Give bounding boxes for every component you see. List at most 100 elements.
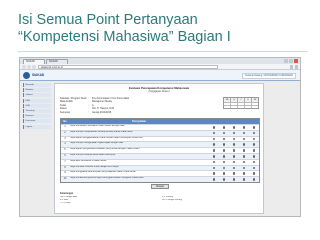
answer-radio[interactable] [222,172,226,176]
answer-radio[interactable] [212,131,216,135]
question-number: 3 [64,137,66,140]
question-number: 2 [64,131,66,134]
rating-scale-row [224,105,258,108]
answer-radio[interactable] [242,172,246,176]
answer-radio[interactable] [232,149,236,152]
browser-toolbar [289,65,298,69]
answer-radio[interactable] [252,178,256,181]
answer-radio[interactable] [222,166,226,170]
answer-radio[interactable] [252,160,256,164]
answer-radio[interactable] [242,166,246,170]
reload-icon[interactable] [32,65,36,69]
answer-radio[interactable] [232,143,236,147]
menu-item[interactable]: KRS [23,98,51,103]
course-info: Fakultas / Program Studi: Ilmu Komunikasi… [60,97,180,114]
answer-radio[interactable] [242,143,246,147]
university-logo-icon [23,72,30,79]
answer-radio[interactable] [222,137,226,141]
forward-icon[interactable] [27,65,31,69]
scale-label: K [245,98,252,102]
slide-title: Isi Semua Point Pertanyaan “Kompetensi M… [18,12,308,46]
answer-radio[interactable] [252,131,256,135]
star-icon[interactable] [289,65,293,69]
header-no: No [63,120,67,123]
answer-radio[interactable] [242,137,246,141]
answer-radio[interactable] [252,126,256,129]
answer-radio[interactable] [252,143,256,147]
answer-radio[interactable] [252,155,256,158]
answer-radio[interactable] [212,172,216,176]
question-text: Saya aktif berdiskusi di dalam kelas [70,159,107,162]
question-row: 4 Saya mampu mengerjakan tugas-tugas deng… [61,141,259,148]
question-text: Saya menguasai keterampilan yang diajark… [70,171,136,174]
menu-item[interactable]: Transkrip [23,108,51,113]
answer-radio[interactable] [252,149,256,152]
question-text: Saya merasa kompetensi saya meningkat se… [70,177,144,180]
answer-radio[interactable] [222,131,226,135]
answer-radio[interactable] [252,172,256,176]
question-number: 8 [64,166,66,169]
submit-button[interactable]: Simpan [151,184,169,189]
question-text: Saya mampu bekerja sama dalam kelompok [70,153,116,156]
answer-radio[interactable] [232,178,236,181]
answer-radio[interactable] [212,149,216,152]
answer-radio[interactable] [222,149,226,152]
answer-radio[interactable] [232,137,236,141]
answer-options [209,171,259,176]
question-text: Saya memiliki motivasi untuk belajar leb… [70,165,119,168]
notes-right: K = Kurang SK = Sangat Kurang [162,196,260,202]
answer-radio[interactable] [212,155,216,158]
menu-item[interactable]: Logout [23,124,51,129]
answer-radio[interactable] [212,137,216,141]
close-icon[interactable] [294,59,298,63]
scale-label: SB [224,98,231,102]
answer-radio[interactable] [222,155,226,158]
answer-radio[interactable] [232,166,236,170]
answer-radio[interactable] [212,166,216,170]
menu-item[interactable]: Kuesioner [23,119,51,124]
question-row: 9 Saya menguasai keterampilan yang diajar… [61,170,259,176]
question-row: 8 Saya memiliki motivasi untuk belajar le… [61,164,259,171]
answer-radio[interactable] [212,126,216,129]
maximize-icon[interactable] [289,59,293,63]
answer-radio[interactable] [212,143,216,147]
menu-item[interactable]: Jadwal [23,93,51,98]
answer-radio[interactable] [222,126,226,129]
question-table: No Pernyataan 1 Saya memahami substansi m… [60,118,260,183]
answer-radio[interactable] [232,131,236,135]
answer-radio[interactable] [242,131,246,135]
notes-left: SB = Sangat Baik B = Baik C = Cukup [60,196,158,206]
answer-radio[interactable] [242,149,246,152]
user-greeting[interactable]: Selamat Datang, MUHAMMAD KURNIAWAN [242,73,296,79]
answer-radio[interactable] [242,160,246,164]
url-input[interactable]: akademik.unsri.ac.id [38,65,218,69]
note-line: C = Cukup [60,202,71,205]
menu-item[interactable]: Evaluasi [23,114,51,119]
answer-radio[interactable] [232,155,236,158]
menu-item[interactable]: Biodata [23,88,51,93]
answer-radio[interactable] [222,143,226,147]
menu-item[interactable]: Beranda [23,83,51,87]
answer-radio[interactable] [232,160,236,164]
minimize-icon[interactable] [284,59,288,63]
answer-radio[interactable] [242,155,246,158]
answer-radio[interactable] [252,137,256,141]
back-icon[interactable] [22,65,26,69]
scale-label: C [238,98,245,102]
answer-radio[interactable] [212,178,216,181]
question-row: 6 Saya mampu bekerja sama dalam kelompok [61,152,259,159]
answer-radio[interactable] [222,178,226,181]
evaluation-form: Evaluasi Pencapaian Kompetensi Mahasiswa… [54,83,264,214]
menu-icon[interactable] [294,65,298,69]
slide-title-line-1: Isi Semua Point Pertanyaan [18,12,198,28]
answer-radio[interactable] [232,172,236,176]
answer-radio[interactable] [252,166,256,170]
answer-options [209,177,259,182]
menu-item[interactable]: KHS [23,103,51,108]
answer-radio[interactable] [212,160,216,164]
answer-radio[interactable] [242,126,246,129]
answer-radio[interactable] [242,178,246,181]
answer-radio[interactable] [232,126,236,129]
answer-radio[interactable] [222,160,226,164]
question-text: Saya dapat mengaplikasikan materi kuliah… [70,136,143,139]
